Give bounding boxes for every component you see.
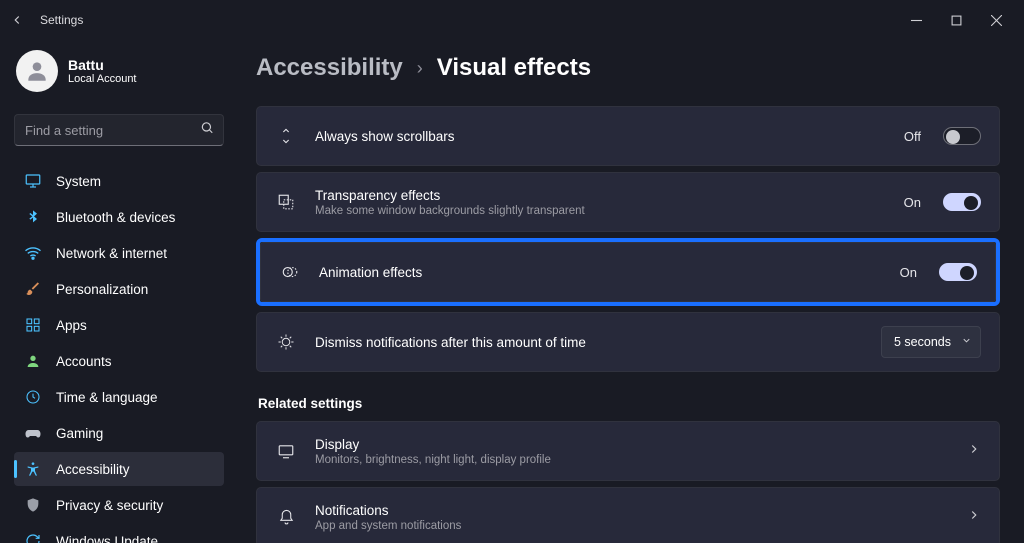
setting-title: Transparency effects bbox=[315, 188, 886, 203]
sidebar-item-label: Personalization bbox=[56, 282, 148, 297]
scrollbar-icon bbox=[275, 128, 297, 144]
setting-animation: Animation effects On bbox=[260, 242, 996, 302]
chevron-right-icon bbox=[967, 442, 981, 461]
scrollbars-toggle[interactable] bbox=[943, 127, 981, 145]
title-bar: Settings bbox=[0, 0, 1024, 40]
sidebar-item-system[interactable]: System bbox=[14, 164, 224, 198]
setting-transparency: Transparency effects Make some window ba… bbox=[256, 172, 1000, 232]
breadcrumb-parent[interactable]: Accessibility bbox=[256, 54, 403, 82]
sidebar-item-accessibility[interactable]: Accessibility bbox=[14, 452, 224, 486]
chevron-down-icon bbox=[961, 335, 972, 349]
sidebar-item-label: System bbox=[56, 174, 101, 189]
avatar bbox=[16, 50, 58, 92]
setting-dismiss-notifications: Dismiss notifications after this amount … bbox=[256, 312, 1000, 372]
minimize-button[interactable] bbox=[896, 0, 936, 40]
setting-scrollbars: Always show scrollbars Off bbox=[256, 106, 1000, 166]
animation-toggle[interactable] bbox=[939, 263, 977, 281]
search-input[interactable] bbox=[14, 114, 224, 146]
sidebar-item-bluetooth[interactable]: Bluetooth & devices bbox=[14, 200, 224, 234]
setting-title: Always show scrollbars bbox=[315, 129, 886, 144]
update-icon bbox=[24, 532, 42, 543]
content: Accessibility › Visual effects Always sh… bbox=[232, 40, 1024, 543]
setting-title: Notifications bbox=[315, 503, 949, 518]
gamepad-icon bbox=[24, 424, 42, 442]
sidebar-item-label: Accounts bbox=[56, 354, 112, 369]
bluetooth-icon bbox=[24, 208, 42, 226]
timer-icon bbox=[275, 333, 297, 351]
toggle-state: Off bbox=[904, 129, 921, 144]
related-display[interactable]: Display Monitors, brightness, night ligh… bbox=[256, 421, 1000, 481]
sidebar-item-label: Gaming bbox=[56, 426, 103, 441]
apps-icon bbox=[24, 316, 42, 334]
user-block[interactable]: Battu Local Account bbox=[14, 46, 224, 100]
user-subtitle: Local Account bbox=[68, 73, 137, 85]
brush-icon bbox=[24, 280, 42, 298]
close-button[interactable] bbox=[976, 0, 1016, 40]
sidebar-item-privacy[interactable]: Privacy & security bbox=[14, 488, 224, 522]
sidebar-item-accounts[interactable]: Accounts bbox=[14, 344, 224, 378]
user-name: Battu bbox=[68, 57, 137, 73]
setting-title: Dismiss notifications after this amount … bbox=[315, 335, 863, 350]
sidebar-item-label: Windows Update bbox=[56, 534, 158, 543]
setting-title: Animation effects bbox=[319, 265, 882, 280]
sidebar-item-label: Privacy & security bbox=[56, 498, 163, 513]
sidebar-item-label: Apps bbox=[56, 318, 87, 333]
sidebar-item-time-language[interactable]: Time & language bbox=[14, 380, 224, 414]
setting-subtitle: Make some window backgrounds slightly tr… bbox=[315, 205, 886, 217]
system-icon bbox=[24, 172, 42, 190]
toggle-state: On bbox=[904, 195, 921, 210]
related-notifications[interactable]: Notifications App and system notificatio… bbox=[256, 487, 1000, 543]
page-title: Visual effects bbox=[437, 54, 591, 82]
dismiss-time-dropdown[interactable]: 5 seconds bbox=[881, 326, 981, 358]
display-icon bbox=[275, 442, 297, 460]
sidebar-item-label: Accessibility bbox=[56, 462, 130, 477]
sidebar-item-apps[interactable]: Apps bbox=[14, 308, 224, 342]
sidebar: Battu Local Account System Bluetooth & d… bbox=[0, 40, 232, 543]
transparency-toggle[interactable] bbox=[943, 193, 981, 211]
setting-subtitle: Monitors, brightness, night light, displ… bbox=[315, 454, 949, 466]
maximize-button[interactable] bbox=[936, 0, 976, 40]
breadcrumb: Accessibility › Visual effects bbox=[256, 54, 1000, 82]
shield-icon bbox=[24, 496, 42, 514]
account-icon bbox=[24, 352, 42, 370]
chevron-right-icon bbox=[967, 508, 981, 527]
search-icon bbox=[200, 121, 214, 140]
setting-animation-highlight: Animation effects On bbox=[256, 238, 1000, 306]
clock-icon bbox=[24, 388, 42, 406]
chevron-right-icon: › bbox=[417, 58, 423, 79]
animation-icon bbox=[279, 263, 301, 281]
transparency-icon bbox=[275, 193, 297, 211]
bell-icon bbox=[275, 509, 297, 526]
sidebar-item-gaming[interactable]: Gaming bbox=[14, 416, 224, 450]
nav: System Bluetooth & devices Network & int… bbox=[14, 164, 224, 543]
sidebar-item-label: Time & language bbox=[56, 390, 158, 405]
related-settings-heading: Related settings bbox=[258, 396, 1000, 411]
setting-title: Display bbox=[315, 437, 949, 452]
setting-subtitle: App and system notifications bbox=[315, 520, 949, 532]
toggle-state: On bbox=[900, 265, 917, 280]
sidebar-item-personalization[interactable]: Personalization bbox=[14, 272, 224, 306]
sidebar-item-update[interactable]: Windows Update bbox=[14, 524, 224, 543]
back-button[interactable] bbox=[8, 11, 26, 29]
sidebar-item-label: Bluetooth & devices bbox=[56, 210, 175, 225]
sidebar-item-label: Network & internet bbox=[56, 246, 167, 261]
wifi-icon bbox=[24, 244, 42, 262]
window-title: Settings bbox=[40, 13, 83, 27]
sidebar-item-network[interactable]: Network & internet bbox=[14, 236, 224, 270]
dropdown-value: 5 seconds bbox=[894, 335, 951, 349]
accessibility-icon bbox=[24, 460, 42, 478]
